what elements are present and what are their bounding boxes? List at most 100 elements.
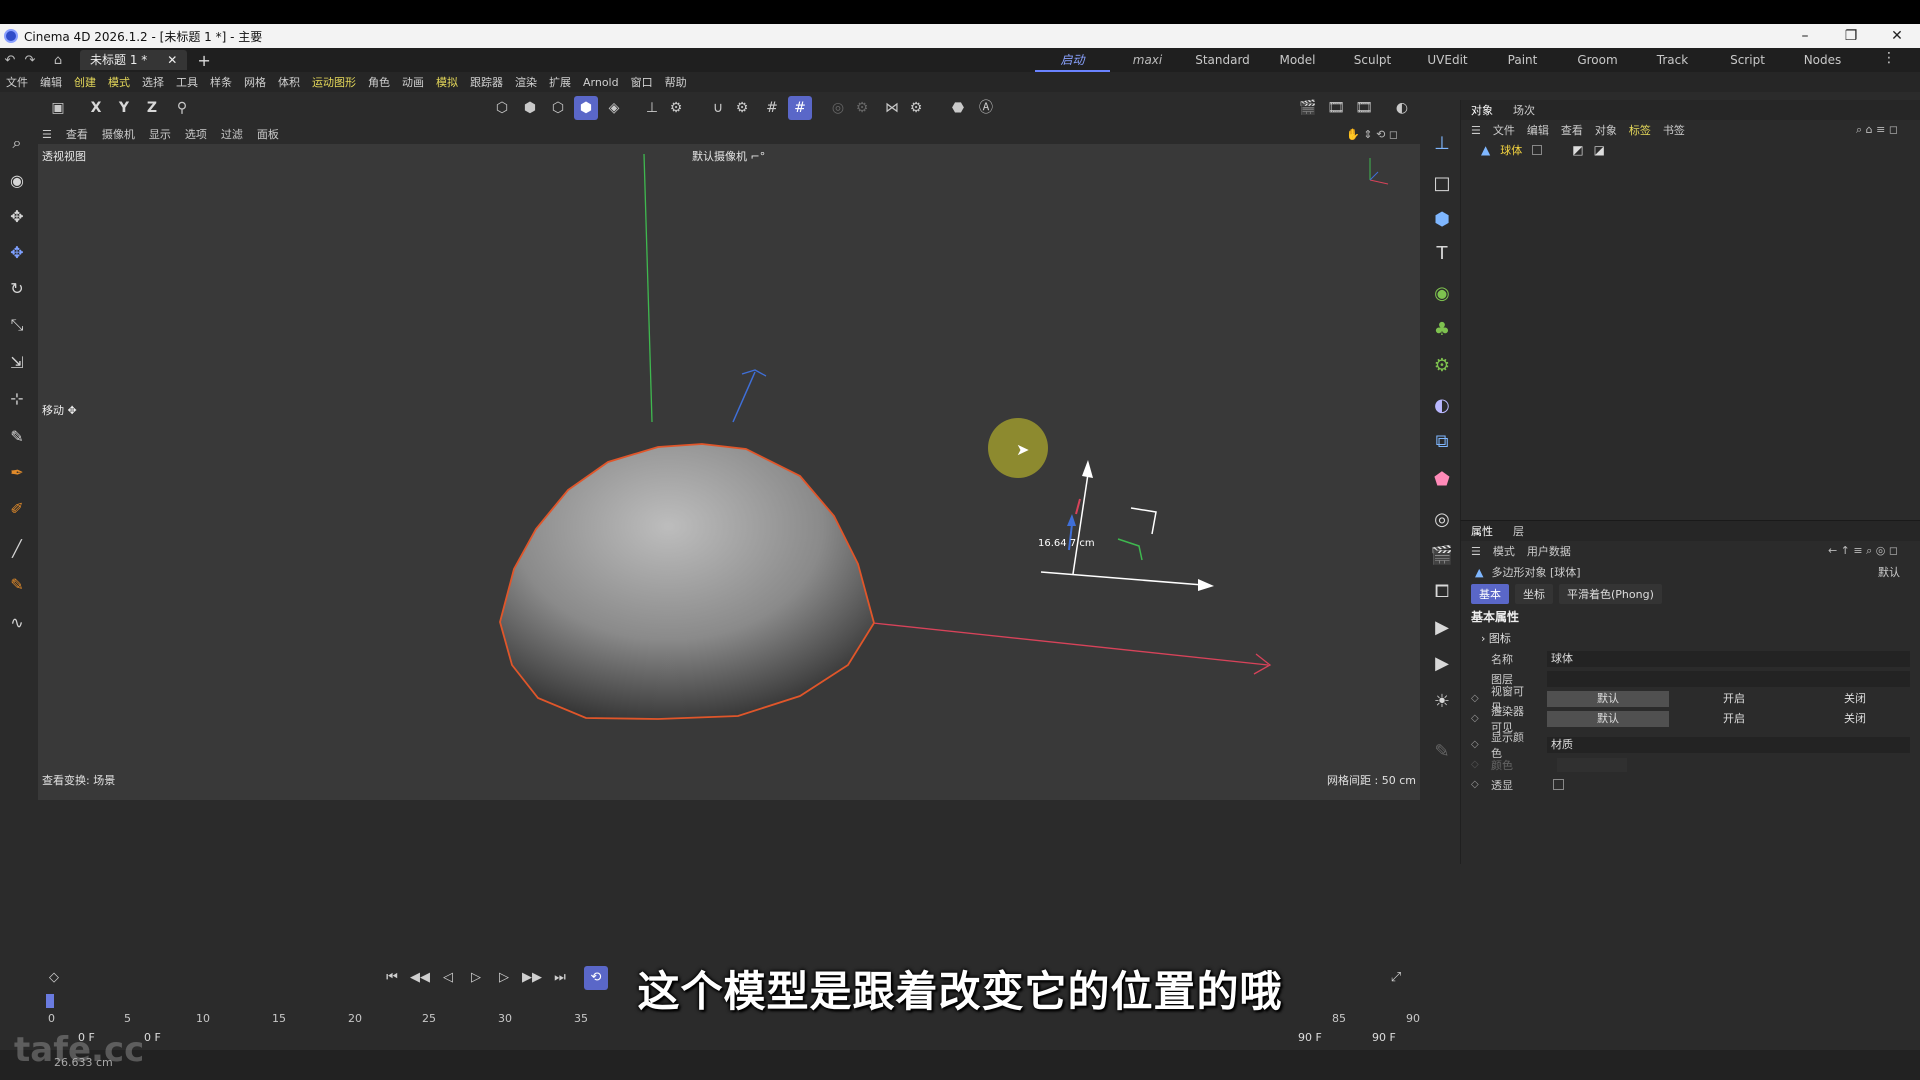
axis-settings-icon[interactable]: ⚙ [664,96,688,120]
menu-file[interactable]: 文件 [6,74,28,90]
menu-mode[interactable]: 模式 [108,74,130,90]
om-menu-view[interactable]: 查看 [1561,122,1583,138]
symmetry-icon[interactable]: ⋈ [880,96,904,120]
axis-y-button[interactable]: Y [112,96,136,120]
scene-camera-icon[interactable]: ▶ [1428,614,1456,642]
grid-icon[interactable]: # [760,96,784,120]
deformer-icon[interactable]: ◐ [1428,392,1456,420]
layout-tab-uvedit[interactable]: UVEdit [1410,48,1485,72]
snap-settings-icon[interactable]: ⚙ [730,96,754,120]
mograph-cloner-icon[interactable]: ♣ [1428,316,1456,344]
material-tag-icon[interactable]: ◪ [1594,143,1605,157]
om-menu-icon[interactable]: ☰ [1471,124,1481,137]
keyframe-diamond-icon[interactable]: ◇ [1471,713,1479,724]
redshift-icon[interactable]: ◐ [1390,96,1414,120]
vis-editor-off[interactable]: 关闭 [1799,691,1911,707]
viewport-menu-display[interactable]: 显示 [149,126,171,142]
search-icon[interactable]: ⌕ [4,130,30,156]
om-menu-tags[interactable]: 标签 [1629,122,1651,138]
paint-tool-icon[interactable]: ✎ [4,572,30,598]
quantize-icon[interactable]: # [788,96,812,120]
xray-checkbox[interactable] [1553,779,1564,790]
layer-browser-icon[interactable]: ▣ [46,96,70,120]
effector-icon[interactable]: ⚙ [1428,352,1456,380]
scale-tool-icon[interactable]: ⤡ [4,312,30,338]
camera-icon[interactable]: 🎬 [1428,542,1456,570]
om-menu-edit[interactable]: 编辑 [1527,122,1549,138]
coordinate-system-icon[interactable]: ⚲ [170,96,194,120]
object-name[interactable]: 球体 [1500,142,1522,158]
axis-z-button[interactable]: Z [140,96,164,120]
maximize-button[interactable]: ❐ [1828,24,1874,48]
viewport-menu-icon[interactable]: ☰ [42,128,52,141]
phong-tag-icon[interactable]: ◩ [1572,143,1583,157]
menu-select[interactable]: 选择 [142,74,164,90]
disabled-tool-icon[interactable]: ✎ [1428,738,1456,766]
uv-mode-icon[interactable]: ◈ [602,96,626,120]
min-frame-field[interactable]: 0 F [144,1031,161,1044]
viewport-scene[interactable] [38,144,1420,800]
layout-tab-track[interactable]: Track [1635,48,1710,72]
arnold-icon[interactable]: Ⓐ [974,96,998,120]
menu-mograph[interactable]: 运动图形 [312,74,356,90]
generator-icon[interactable]: ◉ [1428,280,1456,308]
viewport-navigation-icons[interactable]: ✋ ⇕ ⟲ ◻ [1346,128,1398,141]
axis-x-button[interactable]: X [84,96,108,120]
vis-render-default[interactable]: 默认 [1547,711,1669,727]
menu-volume[interactable]: 体积 [278,74,300,90]
menu-spline[interactable]: 样条 [210,74,232,90]
menu-tracker[interactable]: 跟踪器 [470,74,503,90]
select-tool-icon[interactable]: ◉ [4,168,30,194]
layout-tab-script[interactable]: Script [1710,48,1785,72]
take-icon[interactable]: ▶ [1428,650,1456,678]
menu-character[interactable]: 角色 [368,74,390,90]
menu-animate[interactable]: 动画 [402,74,424,90]
max-frame-field[interactable]: 90 F [1298,1031,1322,1044]
subtab-coordinates[interactable]: 坐标 [1515,584,1553,604]
layout-tab-model[interactable]: Model [1260,48,1335,72]
spline-rectangle-icon[interactable]: □ [1428,170,1456,198]
layout-tab-standard[interactable]: Standard [1185,48,1260,72]
volume-icon[interactable]: ⬟ [1428,466,1456,494]
viewport-menu-options[interactable]: 选项 [185,126,207,142]
soft-selection-icon[interactable]: ◎ [826,96,850,120]
home-icon[interactable]: ⌂ [48,53,68,68]
spline-smooth-icon[interactable]: ∿ [4,610,30,636]
menu-window[interactable]: 窗口 [631,74,653,90]
light-tag-icon[interactable]: ⧠ [1428,578,1456,606]
layout-tab-paint[interactable]: Paint [1485,48,1560,72]
end-frame-field[interactable]: 90 F [1372,1031,1396,1044]
object-row-sphere[interactable]: ▲ 球体 ◩ ◪ [1461,140,1920,160]
layout-tab-maxi[interactable]: maxi [1110,48,1185,72]
document-tab-close-icon[interactable]: ✕ [167,50,177,70]
vis-editor-default[interactable]: 默认 [1547,691,1669,707]
add-tab-button[interactable]: + [197,51,210,70]
field-icon[interactable]: ⧉ [1428,428,1456,456]
null-object-icon[interactable]: ⊥ [1428,130,1456,158]
vis-editor-on[interactable]: 开启 [1673,691,1795,707]
points-mode-icon[interactable]: ⬢ [518,96,542,120]
menu-edit[interactable]: 编辑 [40,74,62,90]
menu-create[interactable]: 创建 [74,74,96,90]
camera-label[interactable]: 默认摄像机 ⌐° [692,148,765,164]
render-view-icon[interactable]: 🎬 [1296,96,1320,120]
display-color-dropdown[interactable]: 材质 [1547,737,1910,753]
minimize-button[interactable]: – [1782,24,1828,48]
cube-icon[interactable]: ⬢ [1428,206,1456,234]
am-menu-icon[interactable]: ☰ [1471,545,1481,558]
om-search-icon[interactable]: ⌕ ⌂ ≡ ◻ [1856,123,1898,137]
om-menu-file[interactable]: 文件 [1493,122,1515,138]
group-icon[interactable]: › 图标 [1461,629,1920,649]
text-icon[interactable]: T [1428,240,1456,268]
render-settings-icon[interactable]: 🎞 [1352,96,1376,120]
transform-tool-icon[interactable]: ⇲ [4,350,30,376]
soft-selection-settings-icon[interactable]: ⚙ [850,96,874,120]
axis-mode-icon[interactable]: ⊥ [640,96,664,120]
light-icon[interactable]: ☀ [1428,688,1456,716]
more-icon[interactable]: ⋮ [1882,50,1896,66]
layout-tab-nodes[interactable]: Nodes [1785,48,1860,72]
vis-render-on[interactable]: 开启 [1673,711,1795,727]
vis-render-off[interactable]: 关闭 [1799,711,1911,727]
model-mode-icon[interactable]: ⬡ [490,96,514,120]
menu-render[interactable]: 渲染 [515,74,537,90]
